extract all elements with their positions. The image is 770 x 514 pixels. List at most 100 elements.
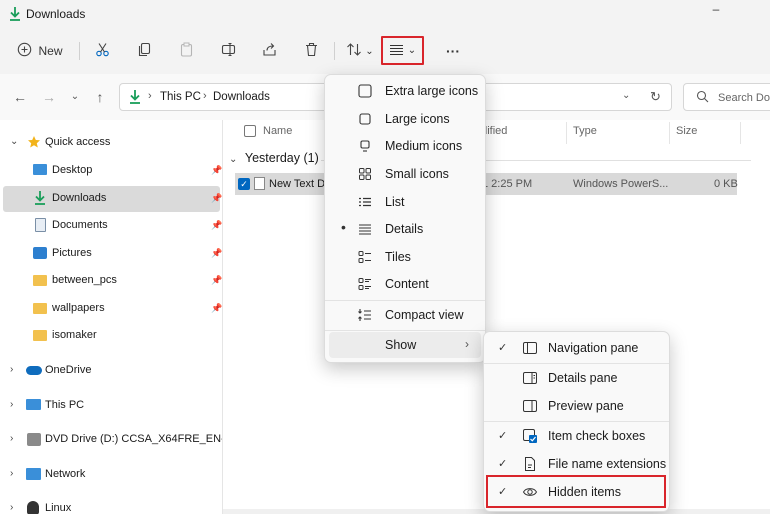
column-divider[interactable] xyxy=(669,122,670,144)
menu-item-list[interactable]: List xyxy=(329,189,481,215)
search-box[interactable]: Search Dow xyxy=(683,83,770,111)
menu-item-small-icons[interactable]: Small icons xyxy=(329,161,481,187)
menu-divider xyxy=(484,421,669,422)
sidebar-item-label: Downloads xyxy=(52,192,107,204)
sidebar-item-this-pc[interactable]: › This PC xyxy=(3,393,220,419)
submenu-item-preview-pane[interactable]: Preview pane xyxy=(488,393,665,419)
menu-item-label: Tiles xyxy=(385,250,411,264)
submenu-item-label: Item check boxes xyxy=(548,429,646,443)
breadcrumb-separator: › xyxy=(203,90,207,102)
menu-item-details[interactable]: • Details xyxy=(329,216,481,242)
breadcrumb-this-pc[interactable]: This PC xyxy=(160,91,201,103)
sidebar-item-pictures[interactable]: Pictures 📌 xyxy=(3,241,223,267)
address-dropdown-icon[interactable]: ⌄ xyxy=(622,90,630,101)
menu-item-show[interactable]: Show › xyxy=(329,332,481,358)
breadcrumb-separator: › xyxy=(148,90,152,102)
cut-button[interactable] xyxy=(91,38,113,64)
network-icon xyxy=(26,468,41,480)
sidebar-item-dvd-drive[interactable]: › DVD Drive (D:) CCSA_X64FRE_EN-US_D xyxy=(3,427,254,453)
new-button[interactable]: New xyxy=(14,38,66,64)
sort-button[interactable]: ⌄ xyxy=(344,38,376,64)
sidebar-item-quick-access[interactable]: ⌄ Quick access xyxy=(3,130,220,156)
forward-button[interactable]: → xyxy=(40,88,58,106)
column-header-type[interactable]: Type xyxy=(573,125,597,137)
breadcrumb-downloads[interactable]: Downloads xyxy=(213,91,270,103)
scissors-icon xyxy=(95,42,110,60)
toolbar-divider xyxy=(79,42,80,60)
group-header[interactable]: ⌄ Yesterday (1) xyxy=(229,151,319,165)
column-divider[interactable] xyxy=(566,122,567,144)
submenu-item-details-pane[interactable]: Details pane xyxy=(488,365,665,391)
menu-item-tiles[interactable]: Tiles xyxy=(329,244,481,270)
submenu-item-label: File name extensions xyxy=(548,457,667,471)
sidebar-item-label: Pictures xyxy=(52,247,92,259)
menu-item-extra-large-icons[interactable]: Extra large icons xyxy=(329,78,481,104)
chevron-down-icon[interactable]: ⌄ xyxy=(10,136,18,147)
chevron-down-icon: ⌄ xyxy=(365,45,374,57)
chevron-right-icon[interactable]: › xyxy=(10,502,13,513)
pin-icon: 📌 xyxy=(211,275,223,285)
chevron-right-icon[interactable]: › xyxy=(10,468,13,479)
menu-item-label: Show xyxy=(385,338,417,352)
sidebar-item-downloads[interactable]: Downloads 📌 xyxy=(3,186,222,212)
sidebar-item-label: isomaker xyxy=(52,329,97,341)
sidebar-item-network[interactable]: › Network xyxy=(3,462,220,488)
sidebar-item-desktop[interactable]: Desktop 📌 xyxy=(3,158,223,184)
sidebar-item-wallpapers[interactable]: wallpapers 📌 xyxy=(3,296,222,322)
submenu-item-file-name-extensions[interactable]: ✓ File name extensions xyxy=(488,451,667,477)
folder-icon xyxy=(33,330,47,341)
sidebar-item-onedrive[interactable]: › OneDrive xyxy=(3,358,220,384)
delete-button[interactable] xyxy=(300,38,322,64)
checkbox-icon xyxy=(522,428,538,444)
menu-item-compact-view[interactable]: Compact view xyxy=(329,302,481,328)
refresh-icon[interactable]: ↻ xyxy=(650,89,661,105)
up-button[interactable]: ↑ xyxy=(91,88,109,106)
rename-button[interactable] xyxy=(217,38,239,64)
share-button[interactable] xyxy=(258,38,280,64)
plus-circle-icon xyxy=(17,42,32,60)
pin-icon: 📌 xyxy=(211,248,223,258)
rename-icon xyxy=(221,42,236,60)
submenu-item-item-check-boxes[interactable]: ✓ Item check boxes xyxy=(488,423,665,449)
clipboard-icon xyxy=(179,42,194,60)
menu-item-label: Details xyxy=(385,222,424,236)
checkmark-icon: ✓ xyxy=(498,430,508,442)
view-button[interactable]: ⌄ xyxy=(381,36,424,65)
copy-icon xyxy=(137,42,152,60)
column-header-size[interactable]: Size xyxy=(676,125,697,137)
command-bar: New ⌄ ⌄ ··· xyxy=(0,28,770,74)
menu-item-large-icons[interactable]: Large icons xyxy=(329,106,481,132)
download-icon xyxy=(128,89,142,108)
minimize-button[interactable]: – xyxy=(706,2,726,22)
menu-item-medium-icons[interactable]: Medium icons xyxy=(329,133,481,159)
sidebar-item-isomaker[interactable]: isomaker xyxy=(3,323,220,349)
recent-locations-button[interactable]: ⌄ xyxy=(66,88,84,106)
column-divider[interactable] xyxy=(740,122,741,144)
sidebar-item-between-pcs[interactable]: between_pcs 📌 xyxy=(3,268,223,294)
select-all-checkbox[interactable] xyxy=(244,125,256,137)
chevron-right-icon[interactable]: › xyxy=(10,364,13,375)
sort-arrows-icon xyxy=(346,42,362,60)
menu-item-label: List xyxy=(385,195,405,209)
menu-item-content[interactable]: Content xyxy=(329,271,481,297)
copy-button[interactable] xyxy=(133,38,155,64)
submenu-item-label: Details pane xyxy=(548,371,618,385)
sidebar-item-label: OneDrive xyxy=(45,364,92,376)
sidebar-item-documents[interactable]: Documents 📌 xyxy=(3,213,223,239)
trash-icon xyxy=(304,42,319,60)
chevron-right-icon[interactable]: › xyxy=(10,433,13,444)
back-button[interactable]: ← xyxy=(11,88,29,106)
column-header-name[interactable]: Name xyxy=(263,125,292,137)
table-row[interactable]: ✓ New Text Do 1 2:25 PM Windows PowerS..… xyxy=(235,173,738,195)
pin-icon: 📌 xyxy=(211,165,223,175)
paste-button[interactable] xyxy=(175,38,197,64)
square-large-icon xyxy=(357,83,373,99)
row-checkbox[interactable]: ✓ xyxy=(238,178,250,190)
submenu-item-navigation-pane[interactable]: ✓ Navigation pane xyxy=(488,335,665,361)
more-options-button[interactable]: ··· xyxy=(440,38,466,64)
chevron-right-icon[interactable]: › xyxy=(10,399,13,410)
pin-icon: 📌 xyxy=(211,220,223,230)
download-icon xyxy=(8,6,22,25)
toolbar-divider xyxy=(334,42,335,60)
sidebar-item-linux[interactable]: › Linux xyxy=(3,496,220,514)
